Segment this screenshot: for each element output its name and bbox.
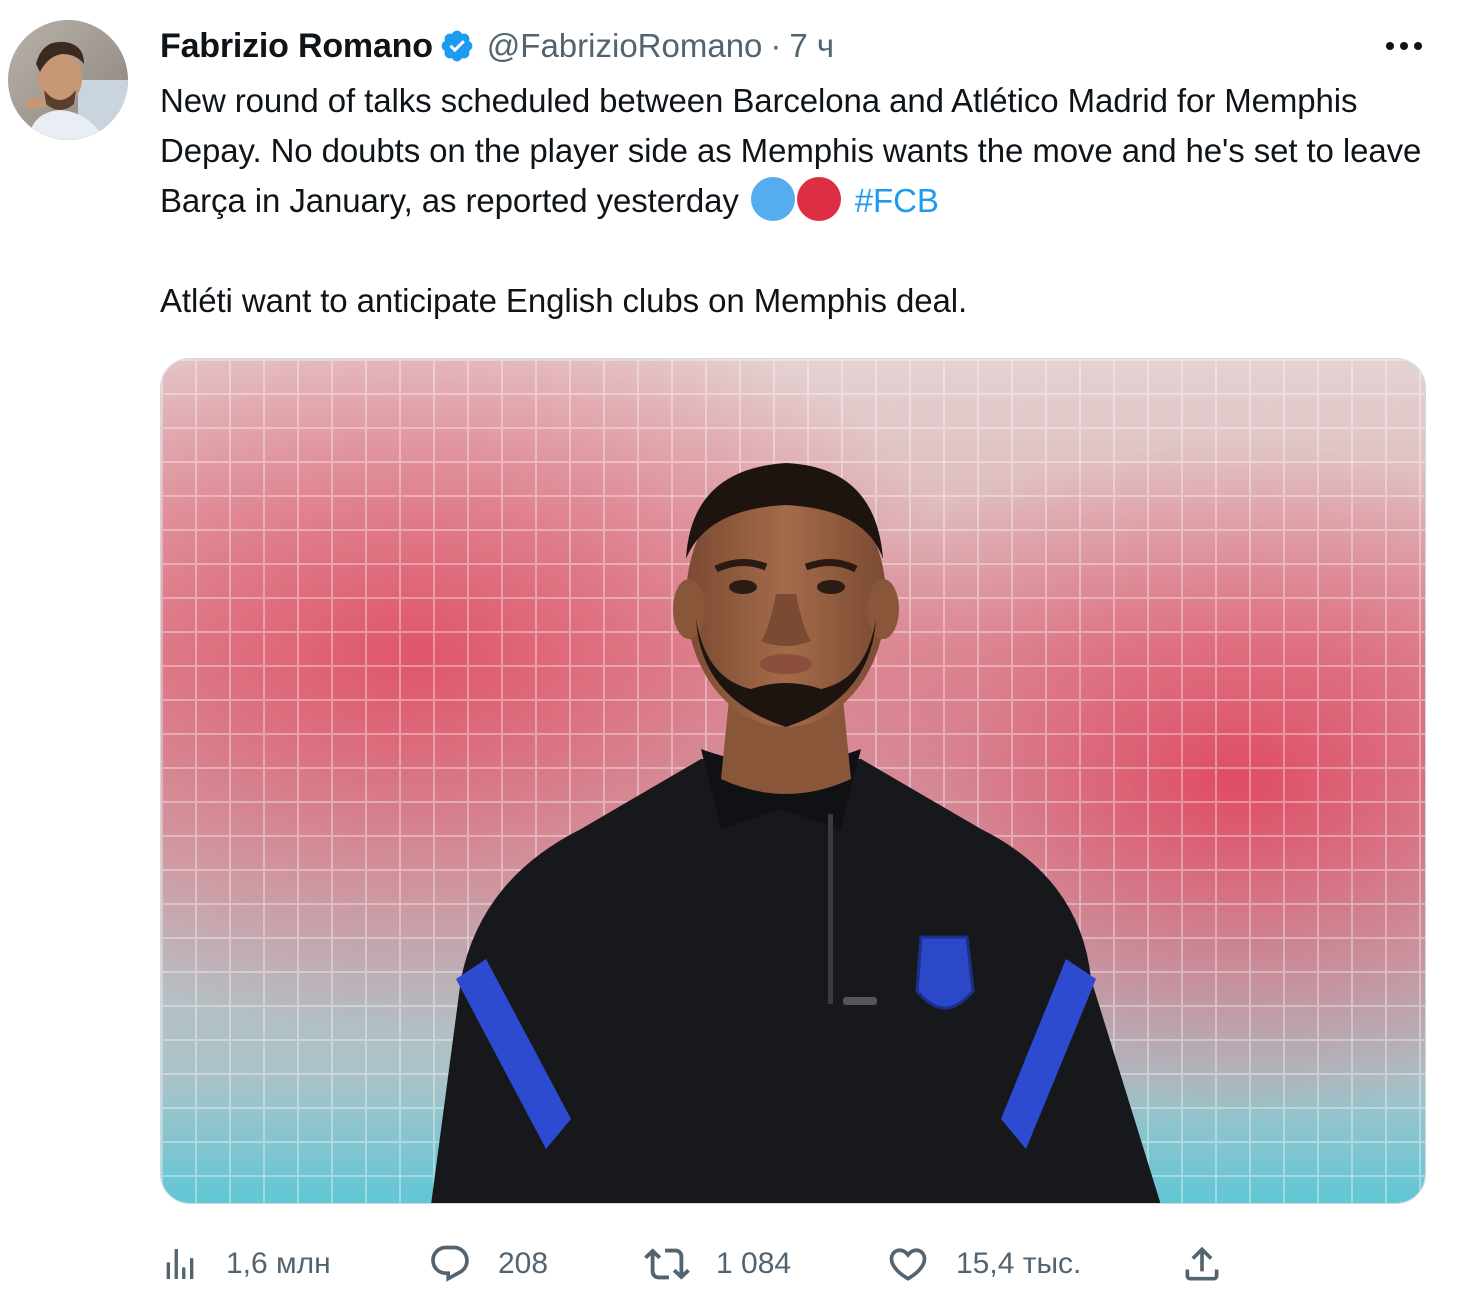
blue-circle-emoji-icon	[750, 177, 795, 221]
red-circle-emoji-icon	[796, 177, 841, 221]
tweet-header: Fabrizio Romano @FabrizioRomano · 7 ч	[160, 24, 834, 68]
share-icon	[1185, 1246, 1219, 1281]
reply-button[interactable]: 208	[428, 1236, 548, 1292]
tweet-media-photo[interactable]	[160, 358, 1426, 1204]
author-display-name[interactable]: Fabrizio Romano	[160, 27, 433, 66]
avatar[interactable]	[8, 20, 128, 140]
views-button[interactable]: 1,6 млн	[160, 1236, 331, 1292]
more-horizontal-icon	[1386, 42, 1422, 50]
tweet-paragraph-1: New round of talks scheduled between Bar…	[160, 76, 1440, 226]
like-count: 15,4 тыс.	[956, 1247, 1082, 1280]
author-handle[interactable]: @FabrizioRomano	[487, 27, 763, 65]
reply-icon	[431, 1245, 469, 1282]
tweet-actions: 1,6 млн 208 1 084 15,4 тыс.	[160, 1236, 1260, 1292]
views-count: 1,6 млн	[226, 1247, 331, 1280]
hashtag-link[interactable]: #FCB	[855, 182, 939, 219]
retweet-count: 1 084	[716, 1247, 792, 1280]
retweet-icon	[644, 1248, 690, 1280]
more-options-button[interactable]	[1380, 30, 1428, 62]
player-photo	[161, 359, 1425, 1203]
share-button[interactable]	[1180, 1236, 1224, 1292]
retweet-button[interactable]: 1 084	[644, 1236, 791, 1292]
tweet-text: New round of talks scheduled between Bar…	[160, 76, 1440, 326]
separator-dot: ·	[770, 27, 782, 64]
profile-photo	[8, 20, 128, 140]
reply-count: 208	[498, 1247, 549, 1280]
verified-badge-icon[interactable]	[439, 28, 475, 64]
tweet-timestamp[interactable]: 7 ч	[789, 27, 834, 65]
tweet-paragraph-2: Atléti want to anticipate English clubs …	[160, 282, 968, 319]
like-button[interactable]: 15,4 тыс.	[886, 1236, 1081, 1292]
analytics-icon	[166, 1249, 194, 1279]
heart-icon	[889, 1248, 927, 1281]
